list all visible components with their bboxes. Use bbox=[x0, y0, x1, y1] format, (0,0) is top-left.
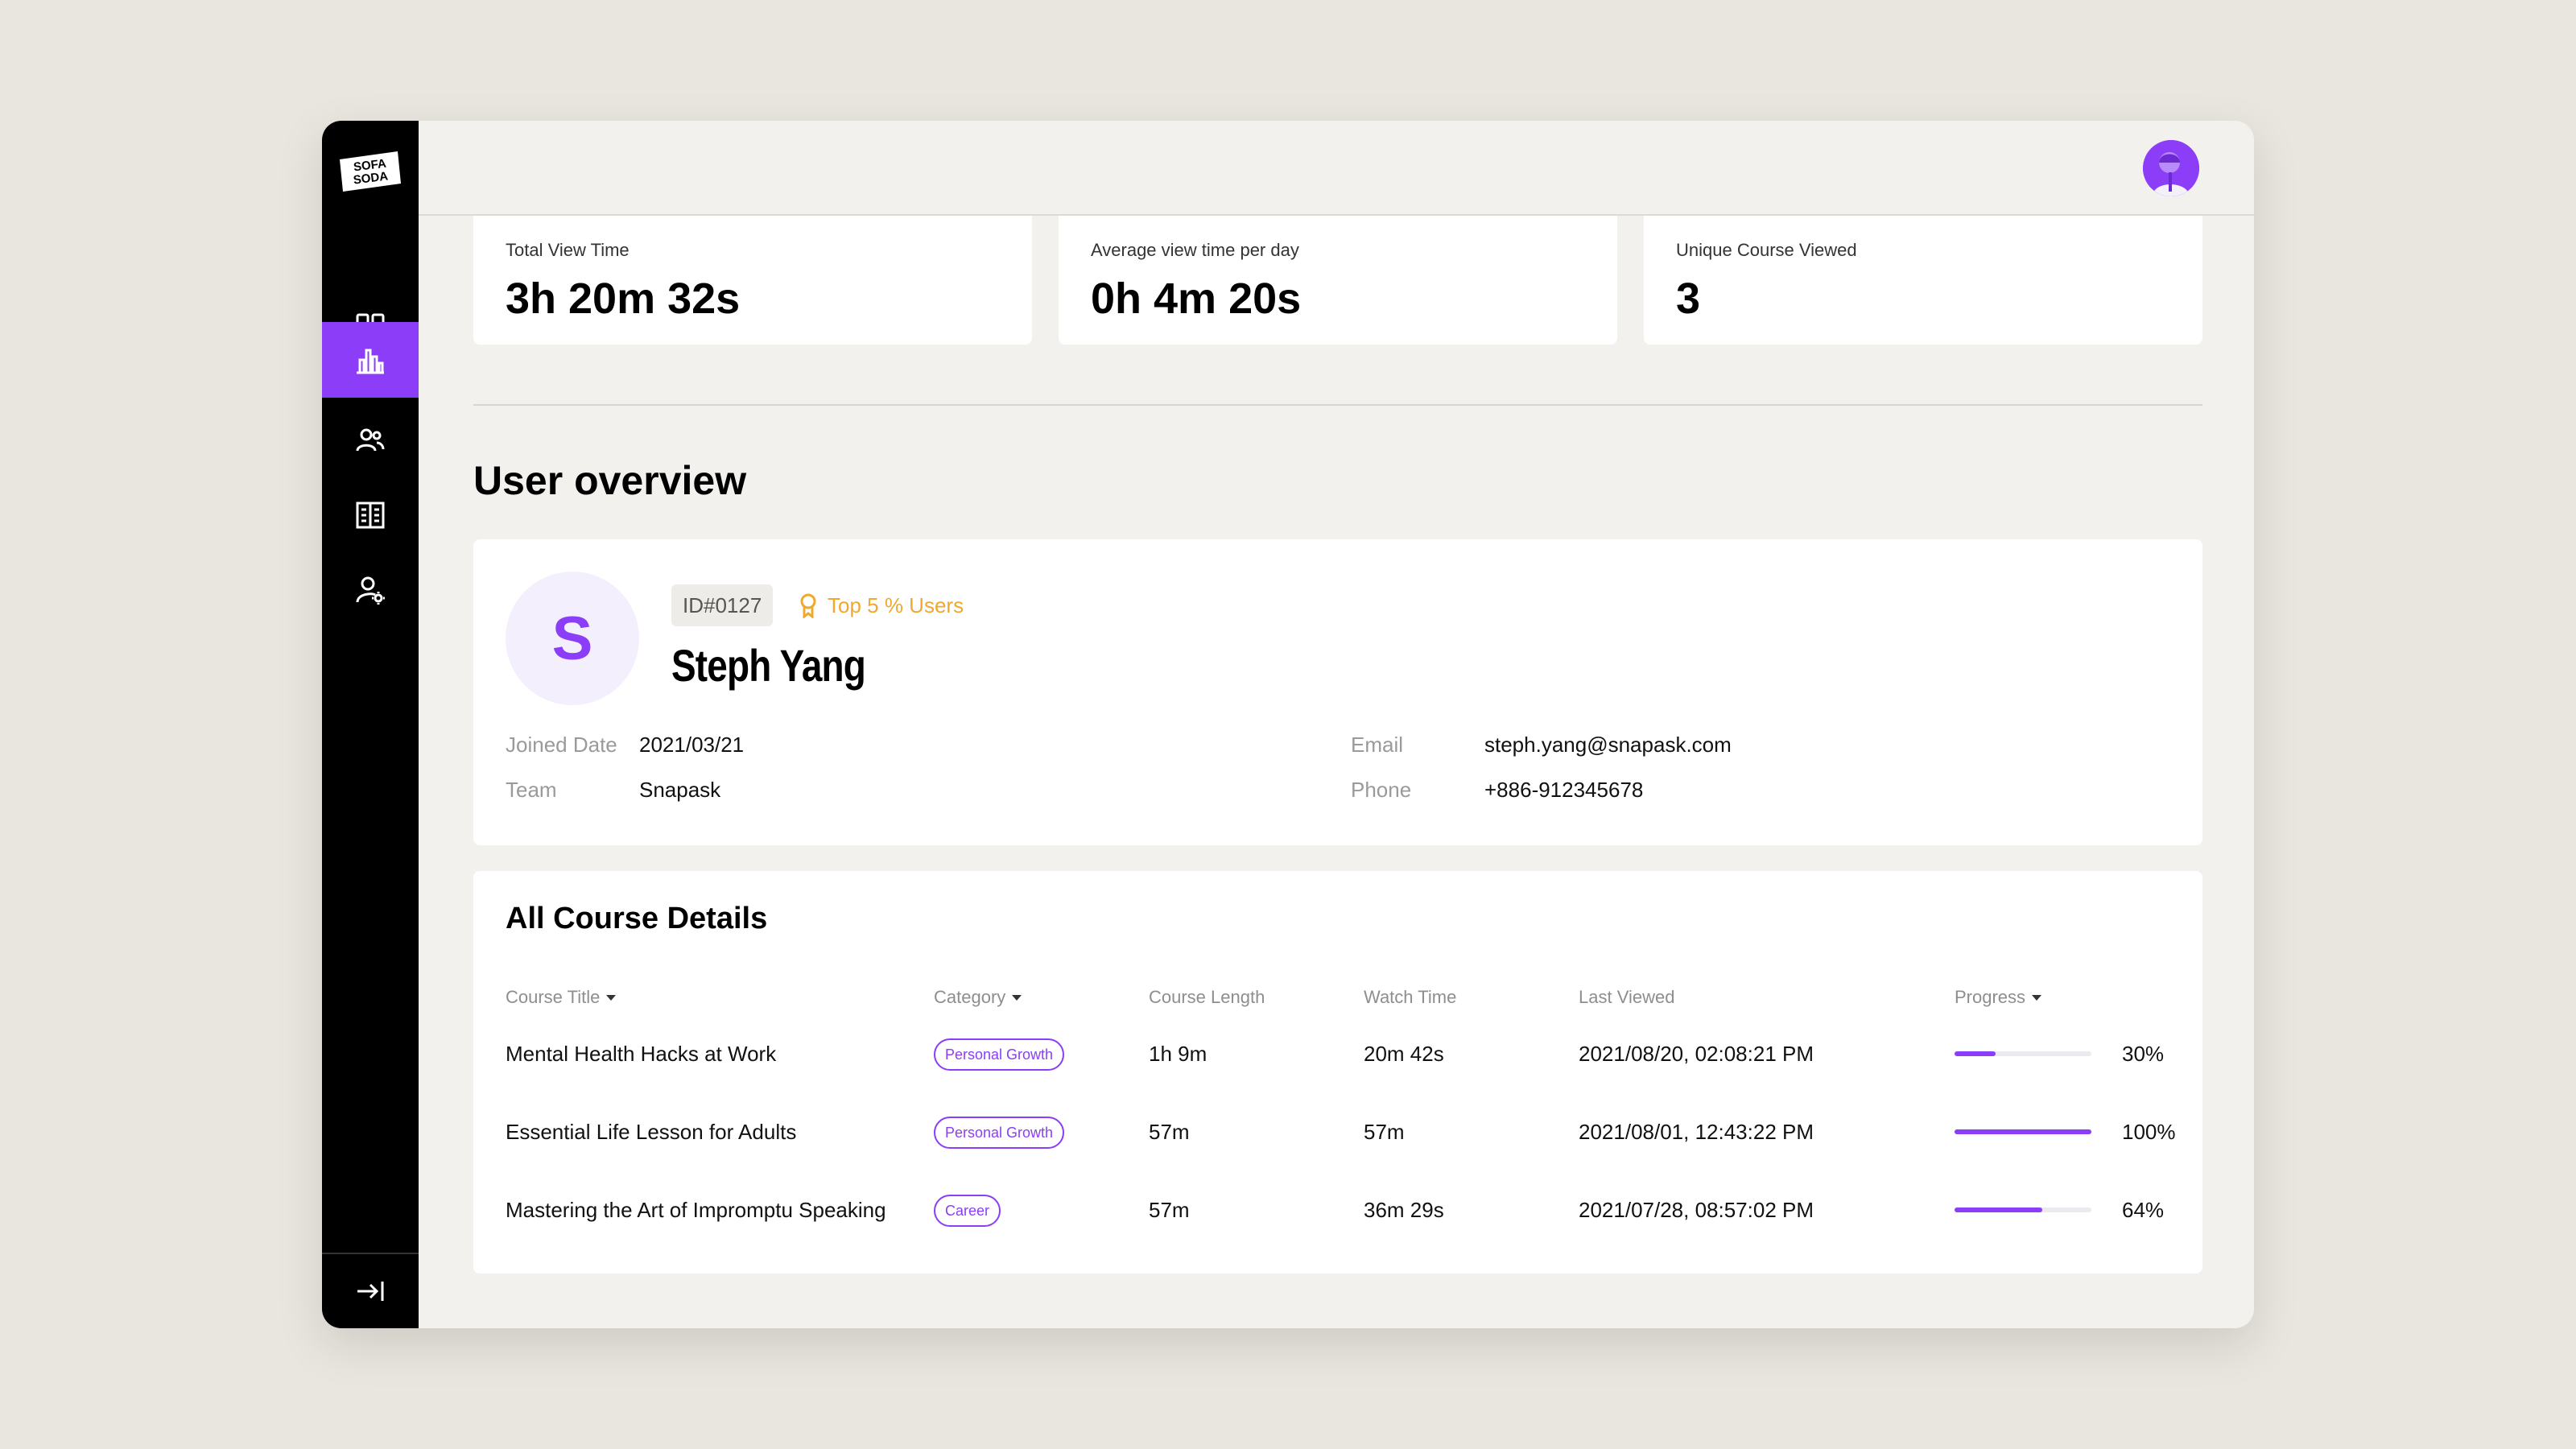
section-title-user-overview: User overview bbox=[473, 458, 747, 503]
sort-caret-icon bbox=[606, 994, 617, 1001]
sort-caret-icon bbox=[1012, 994, 1022, 1001]
course-title-cell[interactable]: Mental Health Hacks at Work bbox=[506, 1042, 776, 1067]
progress-fill bbox=[1955, 1051, 1996, 1056]
progress-bar bbox=[1955, 1129, 2091, 1134]
course-details-card: All Course Details Course Title Category… bbox=[473, 871, 2202, 1274]
top-bar bbox=[419, 121, 2254, 216]
section-divider bbox=[473, 404, 2202, 406]
joined-date-label: Joined Date bbox=[506, 733, 617, 757]
phone-label: Phone bbox=[1351, 778, 1412, 802]
team-value: Snapask bbox=[639, 778, 721, 802]
sidebar-item-courses[interactable] bbox=[322, 477, 419, 553]
email-value: steph.yang@snapask.com bbox=[1484, 733, 1732, 757]
column-header-label: Category bbox=[934, 987, 1006, 1007]
collapse-arrow-icon bbox=[357, 1282, 384, 1301]
column-header-label: Last Viewed bbox=[1579, 987, 1675, 1007]
progress-percent: 30% bbox=[2122, 1042, 2165, 1066]
stat-label: Unique Course Viewed bbox=[1676, 240, 1857, 260]
last-viewed-cell: 2021/08/01, 12:43:22 PM bbox=[1579, 1120, 1814, 1144]
stat-label: Average view time per day bbox=[1091, 240, 1299, 260]
last-viewed-cell: 2021/07/28, 08:57:02 PM bbox=[1579, 1198, 1814, 1222]
column-header-label: Progress bbox=[1955, 987, 2026, 1007]
user-profile-card: S ID#0127 Top 5 % Users Steph Yang Joine… bbox=[473, 539, 2202, 845]
user-settings-icon bbox=[356, 576, 385, 605]
book-icon bbox=[356, 502, 385, 529]
user-avatar-icon bbox=[2143, 140, 2199, 196]
top-users-badge: Top 5 % Users bbox=[797, 589, 964, 621]
watch-time-cell: 20m 42s bbox=[1364, 1042, 1444, 1066]
team-label: Team bbox=[506, 778, 557, 802]
collapse-sidebar-button[interactable] bbox=[322, 1254, 419, 1328]
column-header-label: Course Title bbox=[506, 987, 601, 1007]
progress-fill bbox=[1955, 1129, 2091, 1134]
phone-value: +886-912345678 bbox=[1484, 778, 1644, 802]
column-header-label: Course Length bbox=[1149, 987, 1265, 1007]
course-length-cell: 1h 9m bbox=[1149, 1042, 1208, 1066]
progress-percent: 100% bbox=[2122, 1120, 2176, 1144]
sidebar: SOFA SODA bbox=[322, 121, 419, 1328]
stat-value: 3h 20m 32s bbox=[506, 275, 741, 323]
joined-date-value: 2021/03/21 bbox=[639, 733, 745, 757]
stat-label: Total View Time bbox=[506, 240, 630, 260]
watch-time-cell: 36m 29s bbox=[1364, 1198, 1444, 1222]
email-label: Email bbox=[1351, 733, 1404, 757]
column-header-progress[interactable]: Progress bbox=[1955, 987, 2042, 1008]
course-length-cell: 57m bbox=[1149, 1198, 1190, 1222]
sort-caret-icon bbox=[2032, 994, 2042, 1001]
main-content: Total View Time 3h 20m 32s Average view … bbox=[419, 121, 2254, 1328]
last-viewed-cell: 2021/08/20, 02:08:21 PM bbox=[1579, 1042, 1814, 1066]
course-length-cell: 57m bbox=[1149, 1120, 1190, 1144]
stat-card-unique-courses: Unique Course Viewed 3 bbox=[1644, 216, 2202, 345]
user-initial-avatar: S bbox=[506, 572, 639, 705]
app-window: SOFA SODA Total View Time 3h 20m 32s Ave… bbox=[322, 121, 2254, 1328]
progress-bar bbox=[1955, 1051, 2091, 1056]
course-title-cell[interactable]: Essential Life Lesson for Adults bbox=[506, 1120, 796, 1145]
column-header-last-viewed: Last Viewed bbox=[1579, 987, 1674, 1008]
stat-value: 0h 4m 20s bbox=[1091, 275, 1302, 323]
bar-chart-icon bbox=[357, 349, 384, 374]
column-header-course-length: Course Length bbox=[1149, 987, 1265, 1008]
column-header-watch-time: Watch Time bbox=[1364, 987, 1456, 1008]
sidebar-item-account-settings[interactable] bbox=[322, 552, 419, 628]
sidebar-item-analytics[interactable] bbox=[322, 322, 419, 398]
sidebar-item-users[interactable] bbox=[322, 402, 419, 478]
stat-card-total-view-time: Total View Time 3h 20m 32s bbox=[473, 216, 1032, 345]
course-details-title: All Course Details bbox=[506, 902, 768, 935]
progress-bar bbox=[1955, 1208, 2091, 1212]
column-header-course-title[interactable]: Course Title bbox=[506, 987, 617, 1008]
column-header-category[interactable]: Category bbox=[934, 987, 1022, 1008]
category-tag: Career bbox=[934, 1195, 1001, 1227]
user-id-badge: ID#0127 bbox=[671, 584, 774, 626]
stat-card-average-view-time: Average view time per day 0h 4m 20s bbox=[1059, 216, 1617, 345]
user-avatar[interactable] bbox=[2143, 140, 2199, 196]
progress-fill bbox=[1955, 1208, 2042, 1212]
top-users-label: Top 5 % Users bbox=[828, 592, 964, 617]
user-name: Steph Yang bbox=[671, 640, 866, 691]
progress-percent: 64% bbox=[2122, 1198, 2165, 1222]
category-tag: Personal Growth bbox=[934, 1117, 1065, 1149]
stat-value: 3 bbox=[1676, 275, 1701, 323]
users-icon bbox=[356, 428, 385, 452]
sofa-soda-logo[interactable]: SOFA SODA bbox=[338, 150, 402, 195]
award-ribbon-icon bbox=[800, 593, 816, 618]
watch-time-cell: 57m bbox=[1364, 1120, 1405, 1144]
category-tag: Personal Growth bbox=[934, 1038, 1065, 1071]
course-title-cell[interactable]: Mastering the Art of Impromptu Speaking bbox=[506, 1198, 886, 1223]
column-header-label: Watch Time bbox=[1364, 987, 1457, 1007]
